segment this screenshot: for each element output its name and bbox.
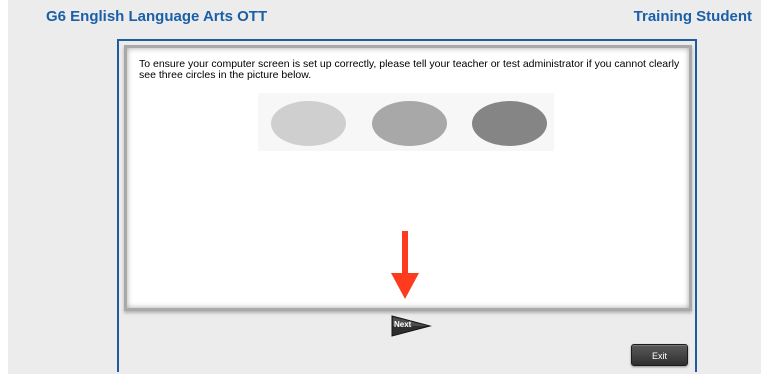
light-gray-circle (271, 101, 346, 146)
medium-gray-circle (372, 101, 447, 146)
down-arrow-icon (391, 231, 419, 299)
dark-gray-circle (472, 101, 547, 146)
screen-check-panel: To ensure your computer screen is set up… (124, 45, 692, 311)
three-circles-image (258, 93, 554, 151)
student-name: Training Student (633, 8, 752, 25)
next-button-label: Next (394, 320, 412, 329)
exit-button[interactable]: Exit (631, 344, 688, 366)
screen-check-instructions: To ensure your computer screen is set up… (139, 58, 680, 81)
test-window: G6 English Language Arts OTT Training St… (8, 0, 761, 374)
next-button[interactable]: Next (390, 314, 432, 338)
test-title: G6 English Language Arts OTT (46, 8, 268, 25)
